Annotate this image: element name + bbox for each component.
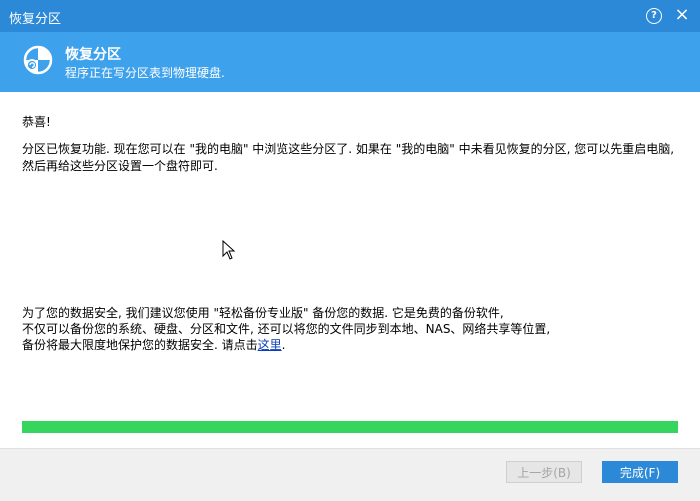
result-message: 恭喜! 分区已恢复功能. 现在您可以在 "我的电脑" 中浏览这些分区了. 如果在… — [22, 114, 682, 175]
header-subtitle: 程序正在写分区表到物理硬盘. — [65, 66, 225, 80]
help-icon[interactable]: ? — [646, 8, 662, 24]
promo-line-1: 为了您的数据安全, 我们建议您使用 "轻松备份专业版" 备份您的数据. 它是免费… — [22, 306, 504, 320]
promo-line-3-end: . — [281, 338, 286, 352]
recovery-message: 分区已恢复功能. 现在您可以在 "我的电脑" 中浏览这些分区了. 如果在 "我的… — [22, 142, 675, 173]
header-title: 恢复分区 — [65, 47, 121, 63]
wizard-footer: 上一步(B) 完成(F) — [0, 448, 700, 501]
close-icon[interactable]: × — [670, 4, 694, 26]
backup-promo: 为了您的数据安全, 我们建议您使用 "轻松备份专业版" 备份您的数据. 它是免费… — [22, 305, 682, 353]
partition-recovery-icon — [23, 45, 53, 75]
progress-fill — [22, 421, 678, 433]
wizard-header: 恢复分区 程序正在写分区表到物理硬盘. — [0, 32, 700, 92]
mouse-cursor-icon — [222, 240, 236, 260]
promo-line-3-text: 备份将最大限度地保护您的数据安全. 请点击 — [22, 338, 258, 352]
previous-button[interactable]: 上一步(B) — [506, 461, 582, 483]
window-title: 恢复分区 — [9, 12, 62, 27]
finish-button[interactable]: 完成(F) — [602, 461, 678, 483]
title-bar: 恢复分区 ? × — [0, 0, 700, 32]
promo-line-2: 不仅可以备份您的系统、硬盘、分区和文件, 还可以将您的文件同步到本地、NAS、网… — [22, 322, 551, 336]
greeting-text: 恭喜! — [22, 115, 51, 129]
here-link[interactable]: 这里 — [258, 338, 282, 352]
promo-line-3: 备份将最大限度地保护您的数据安全. 请点击这里. — [22, 337, 682, 353]
progress-bar — [22, 421, 678, 433]
